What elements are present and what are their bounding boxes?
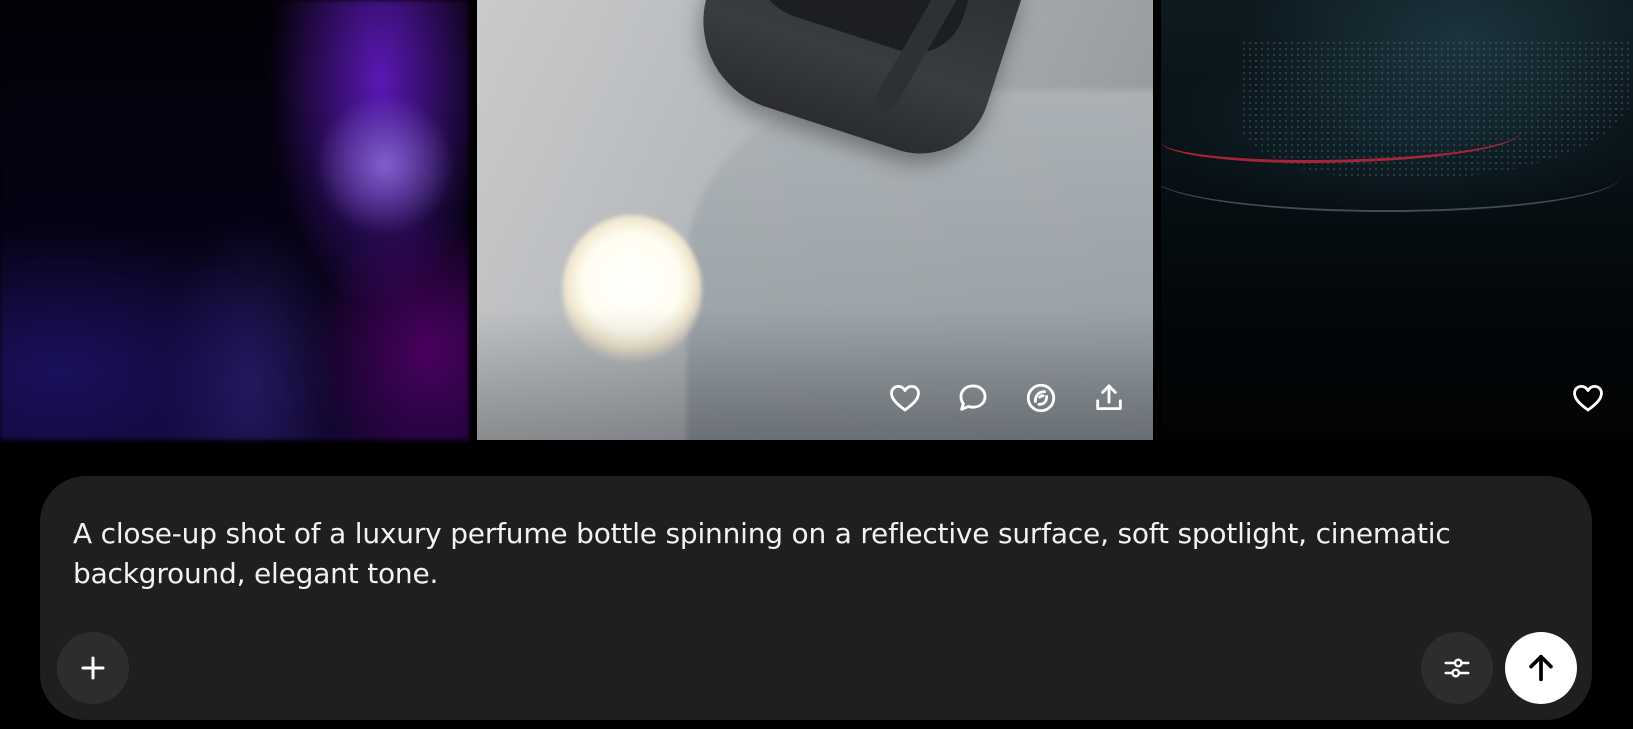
body-curve (1161, 140, 1621, 212)
heart-icon (1573, 384, 1603, 412)
remix-button[interactable] (1021, 378, 1061, 418)
tile-action-bar (885, 378, 1129, 418)
like-button[interactable] (885, 378, 925, 418)
share-button[interactable] (1089, 378, 1129, 418)
send-button[interactable] (1505, 632, 1577, 704)
heart-icon (890, 384, 920, 412)
plus-icon (81, 656, 105, 680)
prompt-input[interactable]: A close-up shot of a luxury perfume bott… (73, 514, 1513, 594)
share-icon (1096, 384, 1122, 411)
comment-button[interactable] (953, 378, 993, 418)
video-gallery (0, 0, 1633, 440)
settings-button[interactable] (1421, 632, 1493, 704)
comment-icon (959, 384, 987, 411)
like-button-right[interactable] (1568, 378, 1608, 418)
prompt-composer: A close-up shot of a luxury perfume bott… (40, 476, 1592, 720)
arrow-up-icon (1529, 654, 1553, 682)
remix-icon (1026, 383, 1056, 413)
gallery-tile-car[interactable] (1161, 0, 1633, 440)
gallery-tile-purple[interactable] (0, 0, 469, 440)
sliders-icon (1444, 658, 1470, 678)
gallery-tile-watch[interactable] (477, 0, 1153, 440)
add-button[interactable] (57, 632, 129, 704)
